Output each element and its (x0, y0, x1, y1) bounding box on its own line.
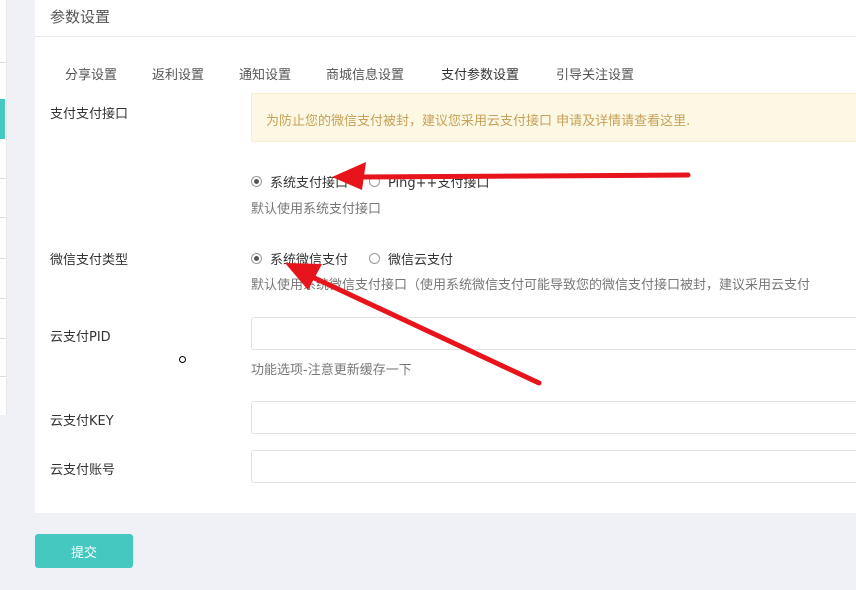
tab-mall-info-settings[interactable]: 商城信息设置 (326, 64, 404, 83)
pay-notice-text: 为防止您的微信支付被封，建议您采用云支付接口 申请及详情请查看这里. (266, 114, 691, 129)
pay-interface-help: 默认使用系统支付接口 (251, 202, 382, 217)
cloud-key-input[interactable] (251, 401, 856, 434)
sidebar-active-indicator (0, 99, 5, 139)
panel-title: 参数设置 (50, 8, 111, 26)
radio-checked-icon (251, 253, 262, 264)
radio-label: Ping++支付接口 (388, 176, 490, 191)
sidebar-strip (0, 0, 7, 415)
cloud-account-label: 云支付账号 (50, 463, 116, 478)
wechat-pay-type-help: 默认使用系统微信支付接口（使用系统微信支付可能导致您的微信支付接口被封，建议采用… (251, 278, 811, 293)
sidebar-divider (0, 298, 6, 299)
radio-system-pay-interface[interactable]: 系统支付接口 (251, 172, 348, 191)
wechat-pay-type-label: 微信支付类型 (50, 253, 129, 268)
radio-unchecked-icon (369, 176, 380, 187)
sidebar-divider (0, 376, 6, 377)
tab-share-settings[interactable]: 分享设置 (65, 64, 117, 83)
pay-interface-label: 支付支付接口 (50, 107, 129, 122)
radio-checked-icon (251, 176, 262, 187)
cloud-pid-input[interactable] (251, 317, 856, 350)
sidebar-divider (0, 258, 6, 259)
sidebar-divider (0, 178, 6, 179)
tab-follow-guide-settings[interactable]: 引导关注设置 (556, 64, 634, 83)
tab-rebate-settings[interactable]: 返利设置 (152, 64, 204, 83)
cloud-account-input[interactable] (251, 450, 856, 483)
sidebar-divider (0, 62, 6, 63)
panel-divider (35, 36, 856, 37)
radio-label: 系统支付接口 (270, 176, 349, 191)
tab-payment-settings[interactable]: 支付参数设置 (441, 64, 519, 83)
sidebar-divider (0, 338, 6, 339)
cloud-pid-help: 功能选项-注意更新缓存一下 (251, 363, 412, 378)
pay-notice: 为防止您的微信支付被封，建议您采用云支付接口 申请及详情请查看这里. (251, 93, 856, 142)
cloud-pid-label: 云支付PID (50, 330, 111, 345)
radio-wechat-cloud-pay[interactable]: 微信云支付 (369, 249, 453, 268)
mouse-cursor-icon (179, 356, 186, 363)
radio-label: 微信云支付 (388, 253, 454, 268)
radio-pingpp-pay-interface[interactable]: Ping++支付接口 (369, 172, 489, 191)
radio-system-wechat-pay[interactable]: 系统微信支付 (251, 249, 348, 268)
settings-panel: 参数设置 分享设置 返利设置 通知设置 商城信息设置 支付参数设置 引导关注设置… (35, 0, 856, 513)
tab-notification-settings[interactable]: 通知设置 (239, 64, 291, 83)
cloud-key-label: 云支付KEY (50, 414, 114, 429)
radio-unchecked-icon (369, 253, 380, 264)
submit-button[interactable]: 提交 (35, 534, 133, 568)
sidebar-divider (0, 217, 6, 218)
radio-label: 系统微信支付 (270, 253, 349, 268)
